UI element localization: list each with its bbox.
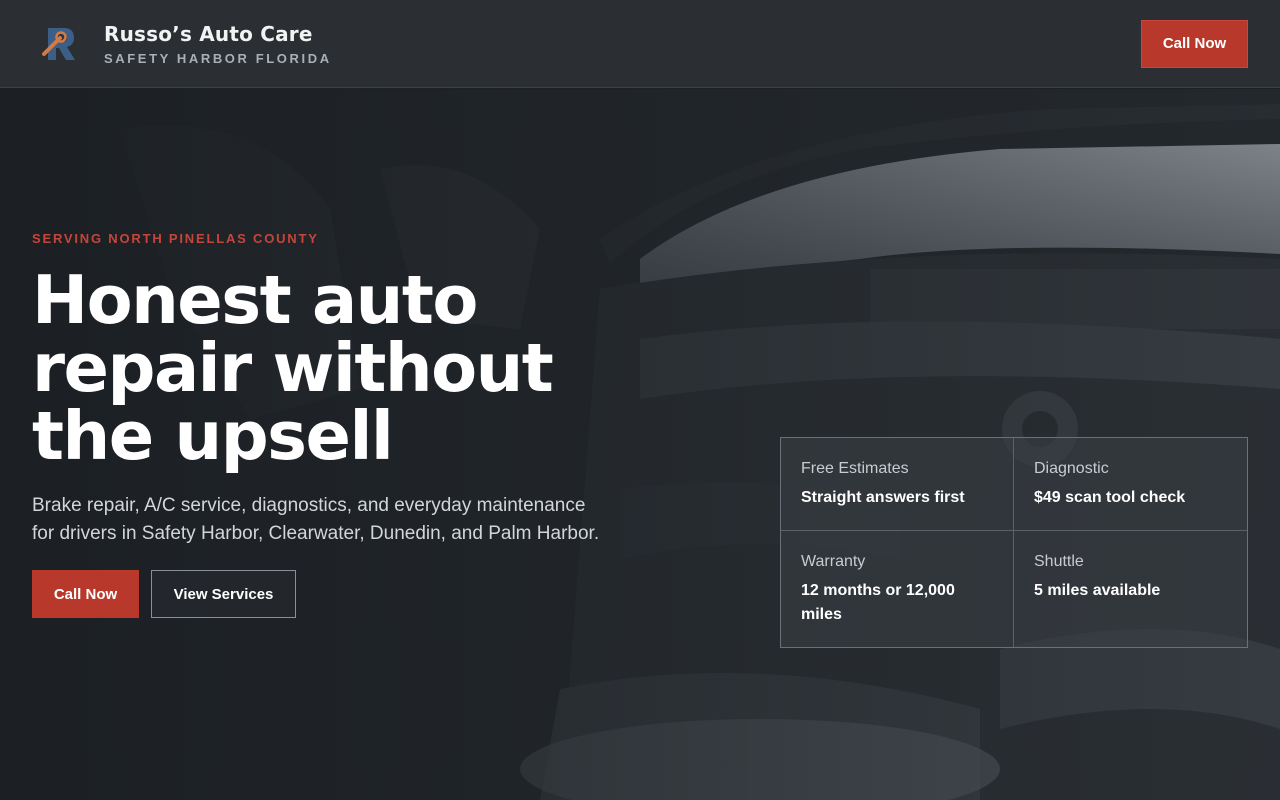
brand-tagline: SAFETY HARBOR FLORIDA [104,51,332,66]
service-area-eyebrow: SERVING NORTH PINELLAS COUNTY [32,231,319,246]
hero-subcopy: Brake repair, A/C service, diagnostics, … [32,495,600,544]
feature-diagnostic: Diagnostic $49 scan tool check [1014,438,1247,531]
feature-value: 5 miles available [1034,582,1161,599]
hero-buttons: Call Now View Services [32,570,632,618]
feature-value: Straight answers first [801,489,965,506]
feature-warranty: Warranty 12 months or 12,000 miles [781,531,1014,647]
brand-name[interactable]: Russo’s Auto Care [104,21,332,47]
feature-label: Diagnostic [1034,460,1109,477]
hero-call-now-button[interactable]: Call Now [32,570,139,618]
hero-content: SERVING NORTH PINELLAS COUNTY Honest aut… [32,231,632,618]
header-call-now-button[interactable]: Call Now [1141,19,1248,68]
view-services-button[interactable]: View Services [151,570,296,618]
hero-headline: Honest auto repair without the upsell [32,261,554,475]
site-header: Russo’s Auto Care SAFETY HARBOR FLORIDA … [0,0,1280,88]
brand-block: Russo’s Auto Care SAFETY HARBOR FLORIDA [104,21,332,66]
feature-label: Free Estimates [801,460,909,477]
feature-label: Shuttle [1034,553,1084,570]
hero-section: SERVING NORTH PINELLAS COUNTY Honest aut… [0,89,1280,800]
wrench-r-logo-icon[interactable] [32,16,88,72]
feature-label: Warranty [801,553,866,570]
feature-grid: Free Estimates Straight answers first Di… [780,437,1248,648]
feature-shuttle: Shuttle 5 miles available [1014,531,1247,647]
feature-free-estimates: Free Estimates Straight answers first [781,438,1014,531]
feature-value: 12 months or 12,000 miles [801,582,955,623]
feature-value: $49 scan tool check [1034,489,1186,506]
